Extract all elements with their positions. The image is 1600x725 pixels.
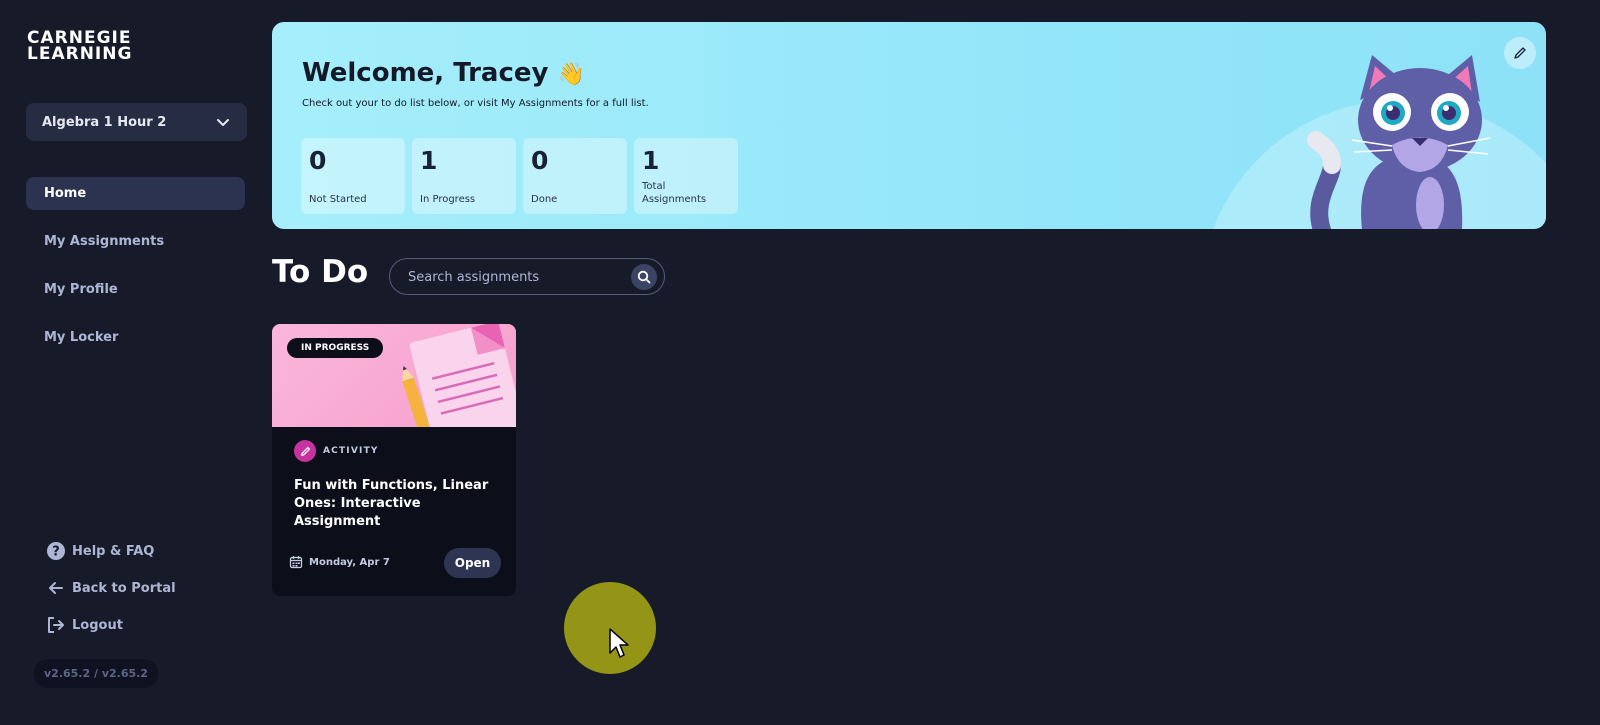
welcome-banner: Welcome, Tracey 👋 Check out your to do l… (272, 22, 1546, 229)
help-faq-link[interactable]: ? Help & FAQ (46, 540, 176, 562)
class-selector-value: Algebra 1 Hour 2 (42, 114, 167, 130)
stat-not-started: 0 Not Started (301, 138, 405, 214)
search-assignments (389, 258, 665, 295)
welcome-subtitle: Check out your to do list below, or visi… (302, 98, 649, 109)
stat-value: 0 (531, 146, 549, 175)
stat-value: 1 (420, 146, 438, 175)
logout-link[interactable]: Logout (46, 614, 176, 636)
search-input[interactable] (408, 267, 618, 287)
nav-item-label: My Profile (44, 282, 118, 297)
stat-label: Not Started (309, 194, 367, 205)
stat-value: 0 (309, 146, 327, 175)
class-selector[interactable]: Algebra 1 Hour 2 (26, 103, 247, 141)
carnegie-learning-logo[interactable]: CARNEGIE LEARNING (27, 30, 137, 64)
chevron-down-icon (217, 119, 229, 126)
nav-item-label: My Assignments (44, 234, 165, 249)
nav-item-label: My Locker (44, 330, 119, 345)
assignment-type: ACTIVITY (294, 440, 379, 462)
assignment-card[interactable]: IN PROGRESS ACTIVITY Fun with Functions,… (272, 324, 516, 596)
nav-item-my-assignments[interactable]: My Assignments (26, 225, 245, 258)
open-assignment-button[interactable]: Open (444, 548, 501, 578)
back-to-portal-label: Back to Portal (72, 580, 176, 596)
welcome-heading: Welcome, Tracey 👋 (302, 58, 585, 88)
nav-item-home[interactable]: Home (26, 177, 245, 210)
welcome-text: Welcome, Tracey (302, 58, 549, 88)
assignment-card-image: IN PROGRESS (272, 324, 516, 427)
search-icon (637, 270, 651, 284)
help-faq-label: Help & FAQ (72, 543, 155, 559)
question-icon: ? (47, 542, 65, 560)
logout-label: Logout (72, 617, 123, 633)
stat-total-assignments: 1 Total Assignments (634, 138, 738, 214)
status-badge: IN PROGRESS (287, 338, 384, 358)
activity-pencil-icon (294, 440, 316, 462)
pencil-icon (1514, 47, 1526, 59)
cat-mascot-illustration (1307, 55, 1491, 229)
edit-banner-button[interactable] (1504, 37, 1536, 69)
assignment-stats: 0 Not Started 1 In Progress 0 Done 1 Tot… (301, 138, 745, 214)
stat-label: In Progress (420, 194, 476, 205)
due-date: Monday, Apr 7 (289, 555, 390, 569)
nav-item-my-locker[interactable]: My Locker (26, 321, 245, 354)
sidebar-nav: Home My Assignments My Profile My Locker (26, 177, 245, 369)
search-button[interactable] (631, 264, 657, 290)
stat-in-progress: 1 In Progress (412, 138, 516, 214)
logout-icon (48, 617, 64, 633)
todo-heading: To Do (272, 254, 369, 290)
stat-value: 1 (642, 146, 660, 175)
stat-label: Done (531, 194, 558, 205)
back-to-portal-link[interactable]: Back to Portal (46, 577, 176, 599)
due-date-text: Monday, Apr 7 (309, 556, 390, 568)
nav-item-label: Home (44, 186, 87, 201)
version-badge: v2.65.2 / v2.65.2 (34, 659, 158, 688)
stat-done: 0 Done (523, 138, 627, 214)
assignment-type-label: ACTIVITY (323, 446, 379, 456)
arrow-left-icon (49, 582, 63, 594)
wave-emoji: 👋 (557, 62, 585, 87)
logo-line-2: LEARNING (27, 44, 133, 64)
assignment-title: Fun with Functions, Linear Ones: Interac… (294, 478, 489, 529)
mouse-cursor-icon (609, 628, 629, 658)
sidebar: CARNEGIE LEARNING Algebra 1 Hour 2 Home … (0, 0, 262, 725)
sidebar-footer-links: ? Help & FAQ Back to Portal Logout (46, 540, 176, 651)
nav-item-my-profile[interactable]: My Profile (26, 273, 245, 306)
stat-label: Total Assignments (642, 181, 707, 205)
svg-text:?: ? (52, 545, 60, 560)
calendar-icon (289, 556, 303, 569)
